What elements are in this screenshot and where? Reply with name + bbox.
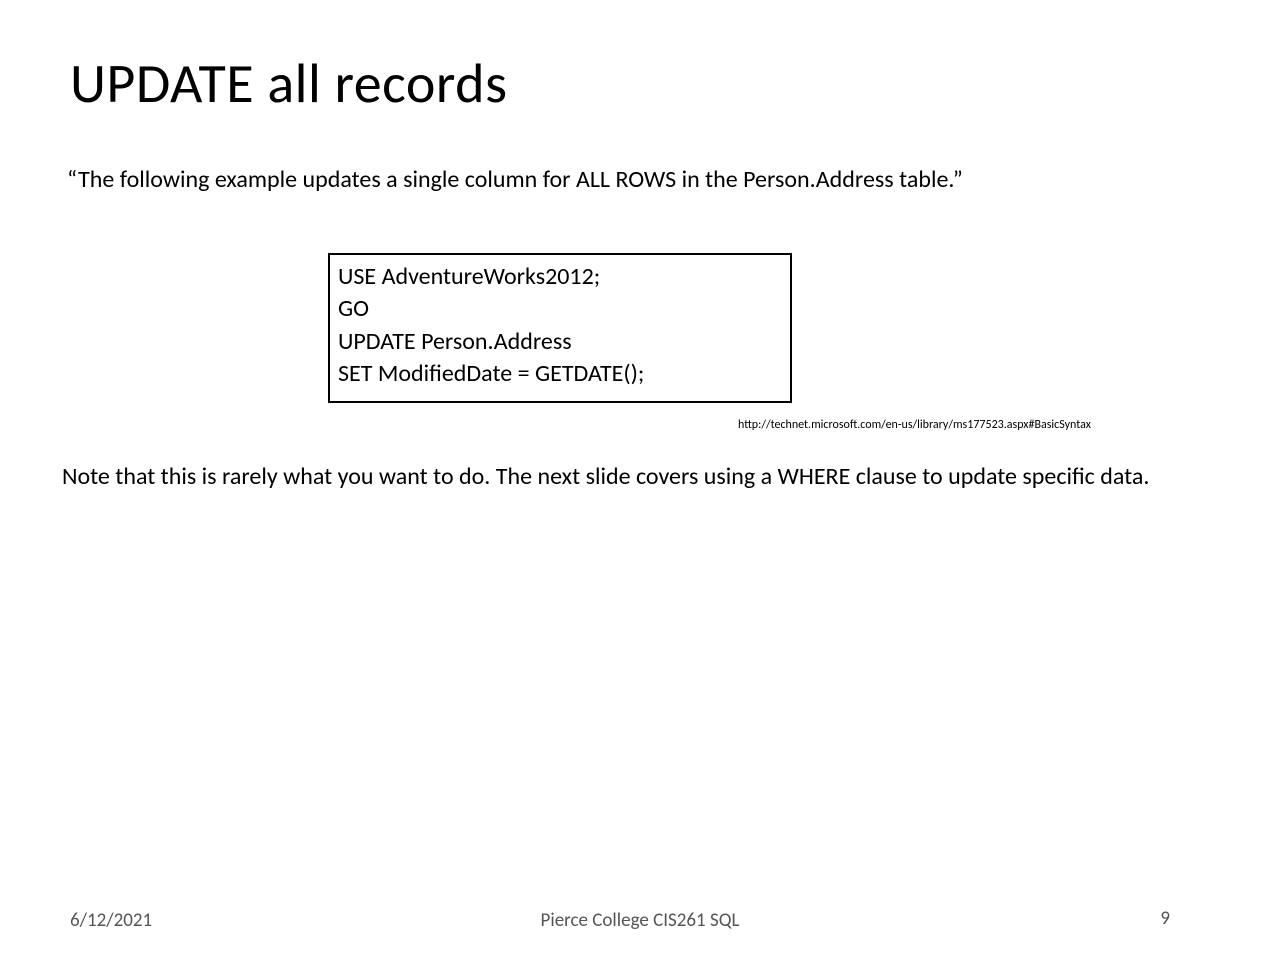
slide-description: “The following example updates a single … bbox=[67, 165, 963, 194]
footer-course: Pierce College CIS261 SQL bbox=[0, 909, 1280, 932]
citation-url: http://technet.microsoft.com/en-us/libra… bbox=[738, 418, 1091, 432]
code-line: USE AdventureWorks2012; bbox=[338, 261, 782, 293]
code-line: SET ModifiedDate = GETDATE(); bbox=[338, 358, 782, 390]
slide-title: UPDATE all records bbox=[70, 50, 507, 118]
footer-page-number: 9 bbox=[1160, 907, 1170, 930]
code-example-box: USE AdventureWorks2012; GO UPDATE Person… bbox=[328, 253, 792, 403]
code-line: GO bbox=[338, 293, 782, 325]
code-line: UPDATE Person.Address bbox=[338, 326, 782, 358]
slide-note: Note that this is rarely what you want t… bbox=[62, 460, 1185, 494]
